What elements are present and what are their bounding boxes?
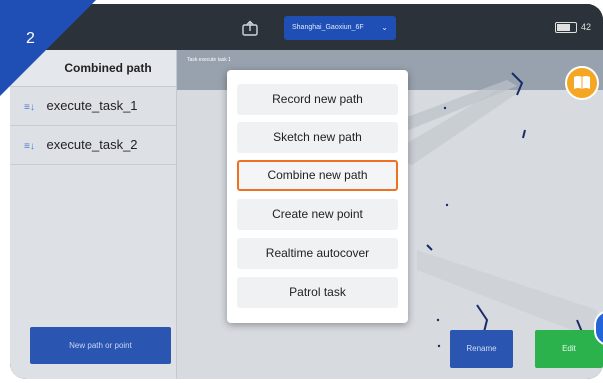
menu-item-patrol-task[interactable]: Patrol task xyxy=(237,277,398,308)
menu-item-sketch-path[interactable]: Sketch new path xyxy=(237,122,398,153)
menu-item-record-path[interactable]: Record new path xyxy=(237,84,398,115)
battery-indicator: 42 xyxy=(554,20,591,34)
menu-item-create-point[interactable]: Create new point xyxy=(237,199,398,230)
map-name: Shanghai_Gaoxiun_6F xyxy=(292,24,364,31)
new-path-button[interactable]: New path or point xyxy=(30,327,171,364)
rename-button[interactable]: Rename xyxy=(450,330,513,368)
menu-item-combine-path[interactable]: Combine new path xyxy=(237,160,398,191)
step-number: 2 xyxy=(26,30,35,47)
sort-icon: ≡↓ xyxy=(24,102,35,113)
map-selector[interactable]: Shanghai_Gaoxiun_6F ⌄ xyxy=(284,16,396,40)
battery-icon xyxy=(554,21,577,33)
chevron-down-icon: ⌄ xyxy=(381,23,388,32)
battery-level: 42 xyxy=(580,22,591,32)
guide-book-icon[interactable] xyxy=(565,66,599,100)
task-label: execute_task_1 xyxy=(46,98,138,113)
edit-button[interactable]: Edit xyxy=(535,330,603,368)
menu-item-realtime-autocover[interactable]: Realtime autocover xyxy=(237,238,398,269)
sort-icon: ≡↓ xyxy=(24,141,35,152)
task-label: execute_task_2 xyxy=(46,137,138,152)
new-item-menu: Record new path Sketch new path Combine … xyxy=(227,70,408,323)
list-item[interactable]: ≡↓ execute_task_2 xyxy=(10,126,176,165)
sidebar: Combined path ≡↓ execute_task_1 ≡↓ execu… xyxy=(10,50,177,379)
map-upload-icon[interactable] xyxy=(241,20,259,36)
step-badge xyxy=(0,0,96,96)
top-bar: Shanghai_Gaoxiun_6F ⌄ 42 xyxy=(10,4,603,50)
